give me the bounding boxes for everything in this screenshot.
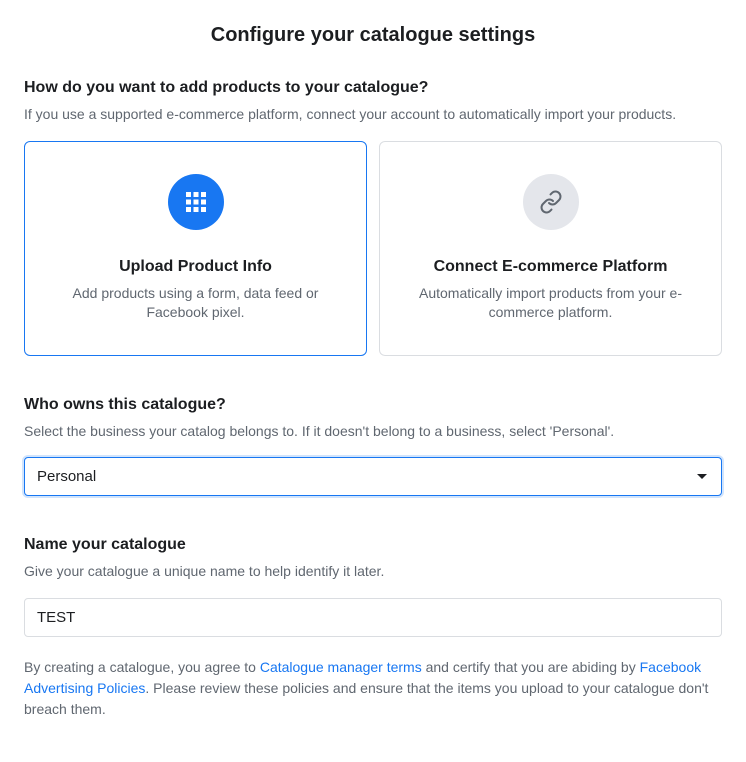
page-title: Configure your catalogue settings (24, 24, 722, 47)
owner-select-wrap: Personal (24, 457, 722, 496)
card-upload-product-info[interactable]: Upload Product Info Add products using a… (24, 141, 367, 356)
legal-text: By creating a catalogue, you agree to Ca… (24, 657, 722, 720)
catalogue-name-input[interactable] (24, 598, 722, 637)
owner-heading: Who owns this catalogue? (24, 396, 722, 414)
grid-icon (168, 174, 224, 230)
add-products-heading: How do you want to add products to your … (24, 79, 722, 97)
link-icon (523, 174, 579, 230)
card-connect-description: Automatically import products from your … (400, 284, 701, 323)
card-upload-title: Upload Product Info (45, 258, 346, 276)
owner-description: Select the business your catalog belongs… (24, 422, 722, 442)
name-description: Give your catalogue a unique name to hel… (24, 562, 722, 582)
card-connect-title: Connect E-commerce Platform (400, 258, 701, 276)
owner-select[interactable]: Personal (24, 457, 722, 496)
product-method-cards: Upload Product Info Add products using a… (24, 141, 722, 356)
name-heading: Name your catalogue (24, 536, 722, 554)
legal-prefix: By creating a catalogue, you agree to (24, 659, 260, 675)
catalogue-terms-link[interactable]: Catalogue manager terms (260, 659, 422, 675)
card-connect-ecommerce[interactable]: Connect E-commerce Platform Automaticall… (379, 141, 722, 356)
add-products-description: If you use a supported e-commerce platfo… (24, 105, 722, 125)
legal-middle: and certify that you are abiding by (422, 659, 640, 675)
card-upload-description: Add products using a form, data feed or … (45, 284, 346, 323)
